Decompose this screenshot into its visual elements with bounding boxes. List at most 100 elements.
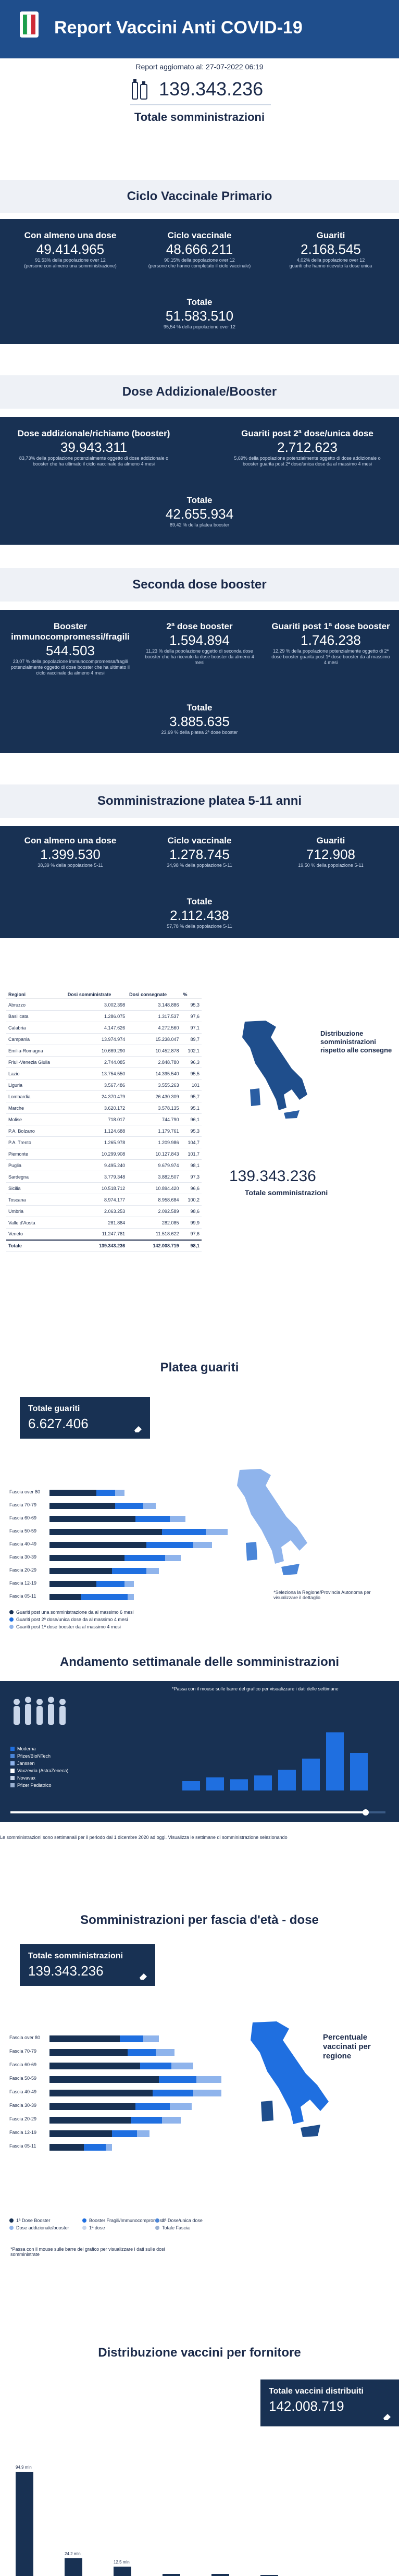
- bar-segment[interactable]: [49, 1594, 81, 1600]
- eraser-icon[interactable]: [132, 1424, 144, 1433]
- week-bar[interactable]: [326, 1732, 344, 1790]
- bar-segment[interactable]: [115, 1490, 124, 1496]
- table-row[interactable]: Abruzzo 3.002.398 3.148.886 95,3: [6, 999, 202, 1011]
- eraser-icon[interactable]: [138, 1971, 149, 1981]
- table-row[interactable]: Veneto 11.247.781 11.518.622 97,6: [6, 1228, 202, 1240]
- supplier-bar[interactable]: [65, 2558, 82, 2576]
- table-row[interactable]: Campania 13.974.974 15.238.047 89,7: [6, 1033, 202, 1045]
- bar-segment[interactable]: [162, 1529, 206, 1535]
- table-row[interactable]: Sicilia 10.518.712 10.894.420 96,6: [6, 1182, 202, 1194]
- bar-segment[interactable]: [49, 1555, 124, 1561]
- italy-map-recovered[interactable]: [229, 1465, 323, 1579]
- bar-segment[interactable]: [170, 1516, 185, 1522]
- bar-segment[interactable]: [146, 1568, 159, 1574]
- table-row[interactable]: Basilicata 1.286.075 1.317.537 97,6: [6, 1010, 202, 1022]
- bar-segment[interactable]: [206, 1529, 228, 1535]
- bar-segment[interactable]: [131, 2117, 162, 2124]
- bar-segment[interactable]: [49, 2035, 120, 2042]
- bar-segment[interactable]: [112, 2130, 137, 2137]
- italy-map-deliveries[interactable]: [234, 1016, 318, 1121]
- bar-segment[interactable]: [159, 2076, 196, 2083]
- table-row[interactable]: Lazio 13.754.550 14.395.540 95,5: [6, 1068, 202, 1080]
- bar-segment[interactable]: [170, 2103, 192, 2110]
- bar-segment[interactable]: [143, 1503, 156, 1509]
- week-bar[interactable]: [278, 1770, 296, 1790]
- bar-segment[interactable]: [49, 2144, 84, 2151]
- table-row[interactable]: Toscana 8.974.177 8.958.684 100,2: [6, 1194, 202, 1206]
- bar-segment[interactable]: [143, 2035, 159, 2042]
- bar-segment[interactable]: [49, 1516, 135, 1522]
- bar-segment[interactable]: [49, 1581, 96, 1587]
- supplier-bar[interactable]: [114, 2567, 131, 2576]
- bar-segment[interactable]: [146, 1542, 193, 1548]
- bar-segment[interactable]: [171, 2063, 193, 2069]
- table-row[interactable]: Calabria 4.147.626 4.272.560 97,1: [6, 1022, 202, 1034]
- col-administered[interactable]: Dosi somministrate: [65, 990, 128, 999]
- table-row[interactable]: Liguria 3.567.486 3.555.263 101: [6, 1079, 202, 1091]
- bar-segment[interactable]: [49, 2117, 131, 2124]
- col-delivered[interactable]: Dosi consegnate: [127, 990, 181, 999]
- bar-segment[interactable]: [128, 1594, 134, 1600]
- bar-segment[interactable]: [49, 1542, 146, 1548]
- bar-segment[interactable]: [153, 2090, 193, 2096]
- bar-segment[interactable]: [49, 2090, 153, 2096]
- table-row[interactable]: Emilia-Romagna 10.669.290 10.452.878 102,1: [6, 1045, 202, 1057]
- bar-segment[interactable]: [96, 1581, 124, 1587]
- weekly-bar-chart[interactable]: [177, 1691, 375, 1796]
- supplier-bar[interactable]: [163, 2574, 180, 2576]
- week-bar[interactable]: [206, 1777, 224, 1790]
- bar-segment[interactable]: [81, 1594, 128, 1600]
- table-row[interactable]: Sardegna 3.779.348 3.882.507 97,3: [6, 1171, 202, 1183]
- eraser-icon[interactable]: [381, 2412, 393, 2421]
- bar-segment[interactable]: [49, 2076, 159, 2083]
- bar-segment[interactable]: [162, 2117, 181, 2124]
- slider-handle[interactable]: [363, 1809, 369, 1816]
- bar-segment[interactable]: [106, 2144, 112, 2151]
- bar-segment[interactable]: [193, 1542, 212, 1548]
- suppliers-bar-chart[interactable]: 94.9 mln 24.2 mln 12.5 mln: [0, 2424, 399, 2576]
- bar-segment[interactable]: [49, 2103, 135, 2110]
- bar-segment[interactable]: [49, 2049, 128, 2056]
- supplier-bar[interactable]: [16, 2472, 33, 2576]
- table-row[interactable]: Marche 3.620.172 3.578.135 95,1: [6, 1102, 202, 1114]
- table-row[interactable]: Valle d'Aosta 281.884 282.085 99,9: [6, 1217, 202, 1229]
- bar-segment[interactable]: [193, 2090, 221, 2096]
- bar-segment[interactable]: [49, 1568, 112, 1574]
- table-row[interactable]: P.A. Trento 1.265.978 1.209.986 104,7: [6, 1136, 202, 1148]
- col-region[interactable]: Regioni: [6, 990, 66, 999]
- week-bar[interactable]: [254, 1775, 272, 1790]
- bar-segment[interactable]: [120, 2035, 143, 2042]
- bar-segment[interactable]: [135, 1516, 170, 1522]
- table-row[interactable]: Friuli-Venezia Giulia 2.744.085 2.848.780 9…: [6, 1056, 202, 1068]
- bar-segment[interactable]: [84, 2144, 106, 2151]
- bar-segment[interactable]: [96, 1490, 115, 1496]
- bar-segment[interactable]: [135, 2103, 170, 2110]
- week-bar[interactable]: [350, 1753, 368, 1790]
- week-bar[interactable]: [302, 1758, 320, 1790]
- bar-segment[interactable]: [112, 1568, 146, 1574]
- bar-segment[interactable]: [49, 1529, 162, 1535]
- bar-segment[interactable]: [156, 2049, 174, 2056]
- bar-segment[interactable]: [49, 1503, 115, 1509]
- bar-segment[interactable]: [49, 2130, 112, 2137]
- table-row[interactable]: P.A. Bolzano 1.124.688 1.179.761 95,3: [6, 1125, 202, 1137]
- table-row[interactable]: Lombardia 24.370.479 26.430.309 95,7: [6, 1090, 202, 1102]
- supplier-bar[interactable]: [211, 2574, 229, 2576]
- table-row[interactable]: Umbria 2.063.253 2.092.589 98,6: [6, 1205, 202, 1217]
- bar-segment[interactable]: [140, 2063, 171, 2069]
- col-percent[interactable]: %: [181, 990, 202, 999]
- bar-segment[interactable]: [49, 2063, 140, 2069]
- table-row[interactable]: Puglia 9.495.240 9.679.974 98,1: [6, 1159, 202, 1171]
- weekly-timeline-slider[interactable]: [10, 1809, 385, 1816]
- bar-segment[interactable]: [124, 1555, 165, 1561]
- table-row[interactable]: Molise 718.017 744.790 96,1: [6, 1113, 202, 1125]
- bar-segment[interactable]: [128, 2049, 156, 2056]
- week-bar[interactable]: [182, 1781, 200, 1790]
- bar-segment[interactable]: [196, 2076, 221, 2083]
- table-row[interactable]: Piemonte 10.299.908 10.127.843 101,7: [6, 1148, 202, 1160]
- bar-segment[interactable]: [165, 1555, 181, 1561]
- bar-segment[interactable]: [115, 1503, 143, 1509]
- bar-segment[interactable]: [49, 1490, 96, 1496]
- bar-segment[interactable]: [124, 1581, 134, 1587]
- bar-segment[interactable]: [137, 2130, 149, 2137]
